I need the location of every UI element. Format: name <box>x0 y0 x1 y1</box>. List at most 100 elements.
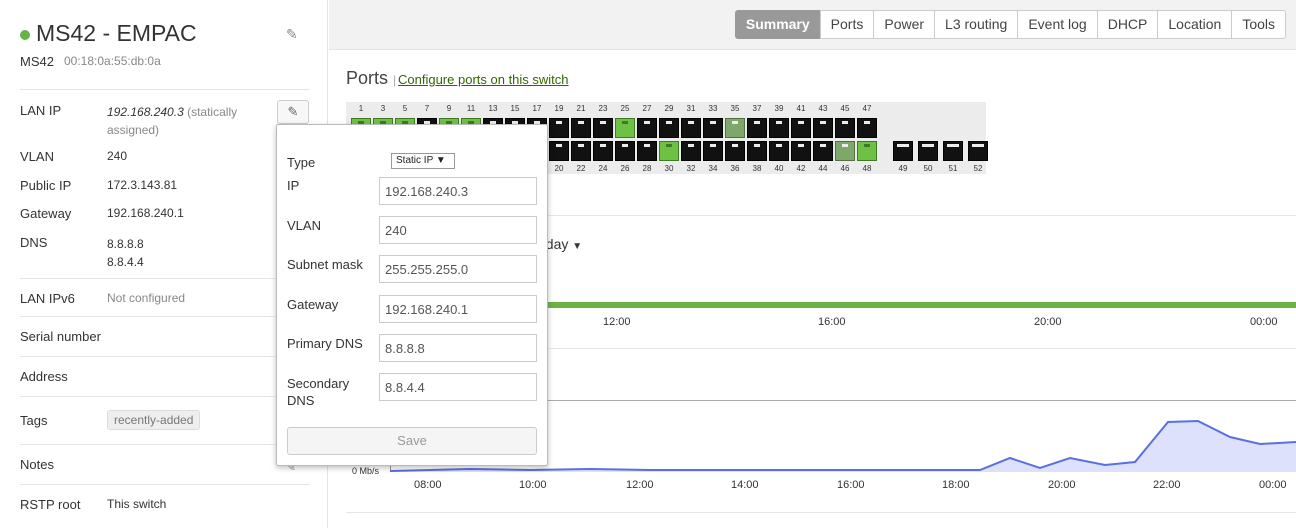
divider <box>20 278 310 279</box>
port-23[interactable] <box>593 118 613 138</box>
tab-summary[interactable]: Summary <box>734 10 821 39</box>
rstp-value: This switch <box>107 497 167 511</box>
device-model: MS42 <box>20 54 54 69</box>
port-number: 38 <box>752 164 762 173</box>
port-number: 48 <box>862 164 872 173</box>
port-27[interactable] <box>637 118 657 138</box>
port-47[interactable] <box>857 118 877 138</box>
tab-location[interactable]: Location <box>1157 10 1233 39</box>
port-number: 41 <box>796 104 806 113</box>
port-28[interactable] <box>637 141 657 161</box>
lan-ip-mode: (statically <box>187 105 238 119</box>
status-dot-icon <box>20 30 30 40</box>
sfp-port-52[interactable] <box>968 141 988 161</box>
port-42[interactable] <box>791 141 811 161</box>
sfp-port-49[interactable] <box>893 141 913 161</box>
x-tick-label: 16:00 <box>837 479 865 491</box>
port-number: 28 <box>642 164 652 173</box>
lan-ipv6-label: LAN IPv6 <box>20 291 75 306</box>
lan-ip-mode-2: assigned) <box>107 123 160 137</box>
port-number: 11 <box>466 104 476 113</box>
gateway-value: 192.168.240.1 <box>107 206 184 220</box>
primary-dns-input[interactable] <box>379 334 537 362</box>
type-select[interactable]: Static IP ▼ <box>391 153 455 169</box>
uptime-tick: 00:00 <box>1250 316 1278 328</box>
caret-down-icon: ▼ <box>572 241 583 252</box>
port-number: 44 <box>818 164 828 173</box>
port-46[interactable] <box>835 141 855 161</box>
port-37[interactable] <box>747 118 767 138</box>
port-24[interactable] <box>593 141 613 161</box>
port-20[interactable] <box>549 141 569 161</box>
port-number: 15 <box>510 104 520 113</box>
port-44[interactable] <box>813 141 833 161</box>
uptime-bar <box>548 302 1296 308</box>
ip-input[interactable] <box>379 177 537 205</box>
port-19[interactable] <box>549 118 569 138</box>
port-number: 7 <box>424 104 430 113</box>
gateway-input[interactable] <box>379 295 537 323</box>
tab-event-log[interactable]: Event log <box>1017 10 1098 39</box>
tab-l3-routing[interactable]: L3 routing <box>934 10 1019 39</box>
save-button[interactable]: Save <box>287 427 537 455</box>
secondary-dns-label-1: Secondary <box>287 376 350 391</box>
secondary-dns-label-2: DNS <box>287 393 315 408</box>
port-38[interactable] <box>747 141 767 161</box>
port-26[interactable] <box>615 141 635 161</box>
address-label: Address <box>20 369 68 384</box>
tab-group: Summary Ports Power L3 routing Event log DHCP… <box>734 10 1286 39</box>
x-tick-label: 22:00 <box>1153 479 1181 491</box>
tab-ports[interactable]: Ports <box>819 10 875 39</box>
configure-ports-link[interactable]: Configure ports on this switch <box>398 72 569 87</box>
rstp-label: RSTP root <box>20 497 81 512</box>
tab-power[interactable]: Power <box>873 10 936 39</box>
port-48[interactable] <box>857 141 877 161</box>
port-36[interactable] <box>725 141 745 161</box>
port-number: 52 <box>973 164 983 173</box>
port-29[interactable] <box>659 118 679 138</box>
divider <box>346 512 1296 513</box>
port-40[interactable] <box>769 141 789 161</box>
port-number: 27 <box>642 104 652 113</box>
port-number: 32 <box>686 164 696 173</box>
port-45[interactable] <box>835 118 855 138</box>
sfp-port-51[interactable] <box>943 141 963 161</box>
subnet-mask-input[interactable] <box>379 255 537 283</box>
port-31[interactable] <box>681 118 701 138</box>
lan-ip-edit-button[interactable]: ✎ <box>277 100 309 124</box>
x-tick-label: 12:00 <box>626 479 654 491</box>
ip-label: IP <box>287 178 300 193</box>
edit-name-icon[interactable]: ✎ <box>286 26 302 42</box>
port-39[interactable] <box>769 118 789 138</box>
port-25[interactable] <box>615 118 635 138</box>
tag-chip[interactable]: recently-added <box>107 410 201 430</box>
x-tick-label: 00:00 <box>1259 479 1287 491</box>
port-21[interactable] <box>571 118 591 138</box>
secondary-dns-label: Secondary DNS <box>287 375 377 409</box>
port-43[interactable] <box>813 118 833 138</box>
port-41[interactable] <box>791 118 811 138</box>
subnet-mask-label: Subnet mask <box>287 257 363 272</box>
port-32[interactable] <box>681 141 701 161</box>
port-35[interactable] <box>725 118 745 138</box>
edit-icon: ✎ <box>287 104 299 119</box>
tab-dhcp[interactable]: DHCP <box>1096 10 1159 39</box>
vlan-value: 240 <box>107 149 128 163</box>
port-30[interactable] <box>659 141 679 161</box>
x-tick-label: 20:00 <box>1048 479 1076 491</box>
port-number: 9 <box>446 104 452 113</box>
port-number: 23 <box>598 104 608 113</box>
tab-tools[interactable]: Tools <box>1231 10 1286 39</box>
port-number: 45 <box>840 104 850 113</box>
x-tick-label: 10:00 <box>519 479 547 491</box>
port-22[interactable] <box>571 141 591 161</box>
uptime-tick: 16:00 <box>818 316 846 328</box>
port-number: 13 <box>488 104 498 113</box>
port-34[interactable] <box>703 141 723 161</box>
secondary-dns-input[interactable] <box>379 373 537 401</box>
sfp-port-50[interactable] <box>918 141 938 161</box>
vlan-input[interactable] <box>379 216 537 244</box>
port-33[interactable] <box>703 118 723 138</box>
port-number: 25 <box>620 104 630 113</box>
uptime-tick: 12:00 <box>603 316 631 328</box>
